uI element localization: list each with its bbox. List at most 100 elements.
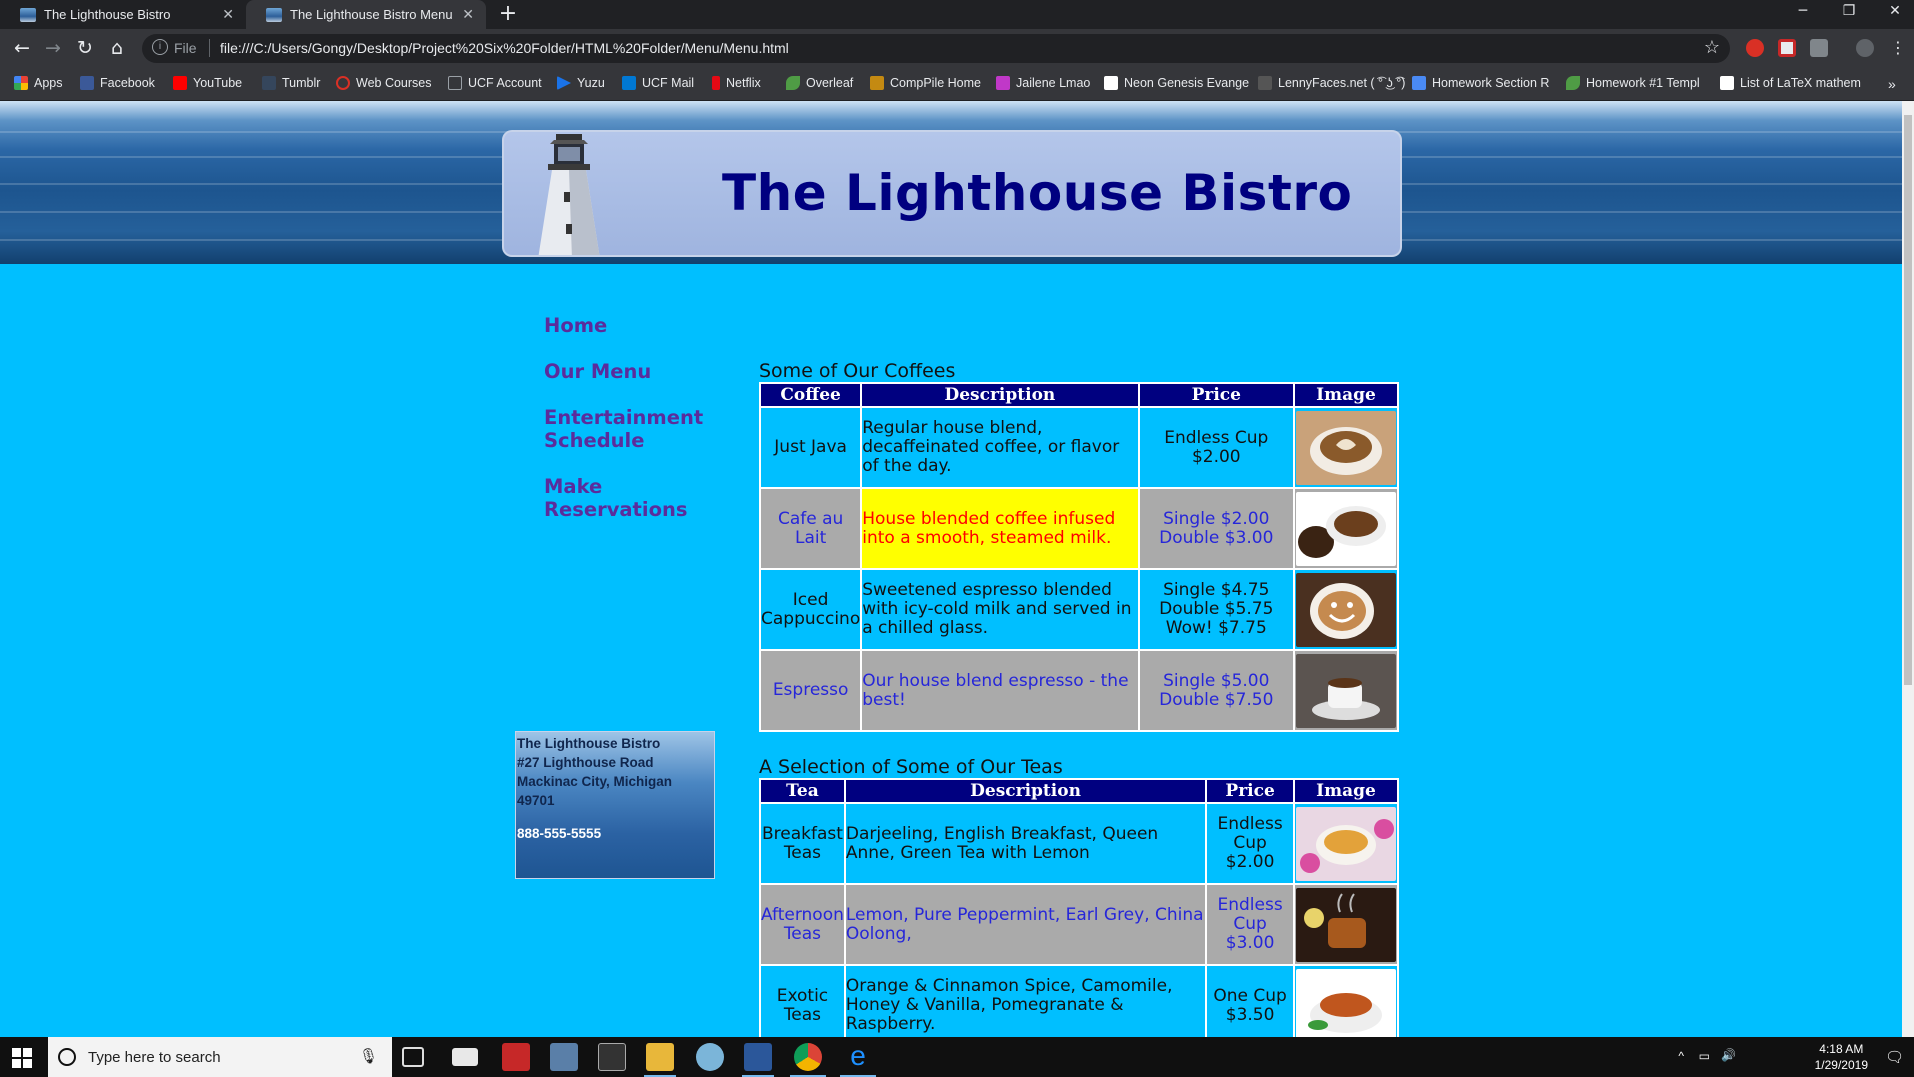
- tea-image-cell: [1294, 885, 1397, 964]
- bookmark-latex-list[interactable]: List of LaTeX mathem: [1720, 76, 1861, 90]
- nav-link-entertainment-schedule[interactable]: Entertainment Schedule: [544, 406, 724, 452]
- computer-icon[interactable]: [550, 1043, 578, 1071]
- coffee-name: Espresso: [761, 651, 861, 730]
- coffee-description: Regular house blend, decaffeinated coffe…: [862, 408, 1138, 487]
- tab-title: The Lighthouse Bistro Menu: [290, 7, 453, 22]
- extension-flag-icon[interactable]: [1778, 39, 1796, 57]
- overleaf-icon: [786, 76, 800, 90]
- url-text[interactable]: file:///C:/Users/Gongy/Desktop/Project%2…: [220, 40, 789, 56]
- taskbar-search[interactable]: Type here to search 🎙: [48, 1037, 392, 1077]
- extension-adblock-icon[interactable]: [1746, 39, 1764, 57]
- browser-menu-icon[interactable]: ⋮: [1884, 35, 1912, 63]
- table-row: Afternoon Teas Lemon, Pure Peppermint, E…: [761, 885, 1397, 964]
- bookmark-ucf-mail[interactable]: UCF Mail: [622, 76, 694, 90]
- mail-icon[interactable]: [452, 1048, 478, 1066]
- bookmark-facebook[interactable]: Facebook: [80, 76, 155, 90]
- new-tab-button[interactable]: +: [496, 3, 520, 27]
- bookmark-youtube[interactable]: YouTube: [173, 76, 242, 90]
- table-row: Breakfast Teas Darjeeling, English Break…: [761, 804, 1397, 883]
- tray-chevron-icon[interactable]: ^: [1678, 1049, 1684, 1063]
- bookmark-yuzu[interactable]: Yuzu: [557, 76, 605, 90]
- info-icon[interactable]: i: [152, 39, 168, 55]
- chrome-icon[interactable]: [794, 1043, 822, 1071]
- bookmark-comppile-home[interactable]: CompPile Home: [870, 76, 981, 90]
- close-tab-icon[interactable]: ✕: [222, 6, 234, 23]
- bookmark-netflix[interactable]: Netflix: [712, 76, 761, 90]
- smiley-cappuccino-image: [1295, 572, 1396, 647]
- extension-u-icon[interactable]: [1810, 39, 1828, 57]
- bookmark-jailene[interactable]: Jailene Lmao: [996, 76, 1090, 90]
- windows-taskbar: Type here to search 🎙 e ^ ▭ 🔊 4:18 AM 1/…: [0, 1037, 1914, 1077]
- address-zip: 49701: [517, 793, 555, 808]
- page-scrollbar[interactable]: [1902, 101, 1914, 1037]
- profile-avatar-icon[interactable]: [1856, 39, 1874, 57]
- bookmark-homework-section[interactable]: Homework Section R: [1412, 76, 1549, 90]
- scrollbar-thumb[interactable]: [1904, 115, 1912, 685]
- coffee-name: Just Java: [761, 408, 861, 487]
- tea-name: Afternoon Teas: [761, 885, 844, 964]
- file-explorer-icon[interactable]: [646, 1043, 674, 1071]
- home-icon[interactable]: ⌂: [103, 35, 131, 63]
- column-header: Image: [1294, 780, 1397, 802]
- windows-start-icon[interactable]: [12, 1048, 32, 1068]
- tea-table: Tea Description Price Image Breakfast Te…: [759, 778, 1399, 1037]
- price-line: Endless Cup $2.00: [1164, 427, 1269, 467]
- divider: [209, 39, 210, 57]
- network-icon[interactable]: ▭: [1699, 1049, 1710, 1063]
- edge-icon[interactable]: e: [844, 1042, 872, 1071]
- tab-lighthouse-bistro-menu[interactable]: The Lighthouse Bistro Menu ✕: [246, 0, 486, 29]
- coffee-beans-image: [1295, 491, 1396, 566]
- comppile-icon: [870, 76, 884, 90]
- restore-button[interactable]: ❐: [1826, 0, 1872, 29]
- bookmark-apps[interactable]: Apps: [14, 76, 63, 90]
- paint-icon[interactable]: [696, 1043, 724, 1071]
- bookmark-overleaf[interactable]: Overleaf: [786, 76, 853, 90]
- browser-titlebar: The Lighthouse Bistro ✕ The Lighthouse B…: [0, 0, 1914, 29]
- close-window-button[interactable]: ✕: [1872, 0, 1914, 29]
- address-bar[interactable]: i File file:///C:/Users/Gongy/Desktop/Pr…: [142, 34, 1730, 63]
- bookmark-label: Neon Genesis Evange: [1124, 76, 1250, 90]
- bookmark-ucf-account[interactable]: UCF Account: [448, 76, 542, 90]
- coffee-table: Coffee Description Price Image Just Java…: [759, 382, 1399, 732]
- action-center-icon[interactable]: 🗨: [1885, 1048, 1904, 1066]
- facebook-icon: [80, 76, 94, 90]
- ocean-banner: The Lighthouse Bistro: [0, 101, 1902, 264]
- microphone-icon[interactable]: 🎙: [359, 1047, 378, 1065]
- tea-price: Endless Cup $2.00: [1207, 804, 1293, 883]
- tea-table-caption: A Selection of Some of Our Teas: [759, 756, 1063, 778]
- more-bookmarks-chevron-icon[interactable]: »: [1888, 76, 1896, 92]
- word-icon[interactable]: [744, 1043, 772, 1071]
- volume-icon[interactable]: 🔊: [1721, 1048, 1736, 1062]
- taskbar-clock[interactable]: 4:18 AM 1/29/2019: [1815, 1041, 1868, 1073]
- forward-arrow-icon[interactable]: →: [39, 35, 67, 63]
- minimize-button[interactable]: ─: [1780, 0, 1826, 29]
- bookmark-star-icon[interactable]: ☆: [1704, 37, 1720, 58]
- bookmark-neon-genesis[interactable]: Neon Genesis Evange: [1104, 76, 1249, 90]
- close-tab-icon[interactable]: ✕: [462, 6, 474, 23]
- tea-name: Exotic Teas: [761, 966, 844, 1037]
- tea-image-cell: [1294, 804, 1397, 883]
- nav-link-our-menu[interactable]: Our Menu: [544, 360, 651, 383]
- tea-description: Darjeeling, English Breakfast, Queen Ann…: [845, 804, 1206, 883]
- column-header: Price: [1139, 384, 1293, 406]
- price-line: Wow! $7.75: [1165, 618, 1267, 638]
- bookmark-homework-template[interactable]: Homework #1 Templ: [1566, 76, 1700, 90]
- url-scheme-label: File: [174, 40, 197, 56]
- price-line: Single $5.00: [1163, 670, 1270, 691]
- back-arrow-icon[interactable]: ←: [8, 35, 36, 63]
- price-line: Single $4.75: [1163, 580, 1270, 600]
- terminal-icon[interactable]: [598, 1043, 626, 1071]
- coffee-image-cell: [1294, 570, 1397, 649]
- clock-date: 1/29/2019: [1814, 1058, 1868, 1072]
- bookmark-lennyfaces[interactable]: LennyFaces.net ( ͡° ͜ʖ ͡°): [1258, 76, 1405, 90]
- tab-lighthouse-bistro[interactable]: The Lighthouse Bistro ✕: [0, 0, 246, 29]
- task-view-icon[interactable]: [402, 1047, 424, 1067]
- column-header: Description: [845, 780, 1206, 802]
- red-app-icon[interactable]: [502, 1043, 530, 1071]
- nav-link-make-reservations[interactable]: Make Reservations: [544, 475, 724, 521]
- bookmark-web-courses[interactable]: Web Courses: [336, 76, 432, 90]
- nav-link-home[interactable]: Home: [544, 314, 607, 337]
- bookmark-tumblr[interactable]: Tumblr: [262, 76, 320, 90]
- reload-icon[interactable]: ↻: [71, 35, 99, 63]
- page-favicon-icon: [266, 7, 282, 22]
